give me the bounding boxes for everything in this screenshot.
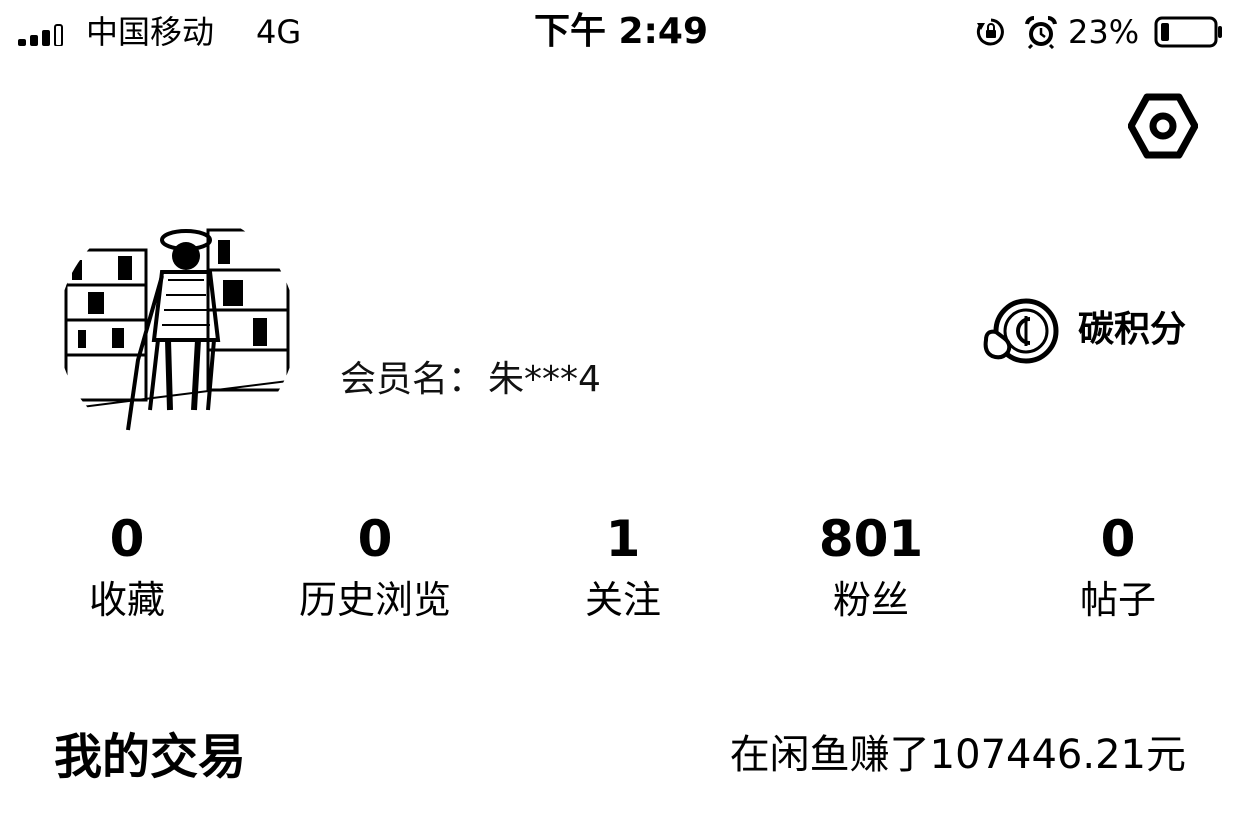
member-name-value: 朱***4 (488, 359, 601, 400)
carbon-points-button[interactable]: 碳积分 (982, 294, 1200, 370)
settings-button[interactable] (1127, 93, 1199, 159)
status-bar: 中国移动 4G 下午 2:49 23% (0, 0, 1242, 66)
avatar-photo (58, 210, 296, 448)
stat-value: 0 (109, 510, 145, 568)
stat-history[interactable]: 0 历史浏览 (265, 508, 485, 638)
stat-label: 粉丝 (832, 578, 909, 622)
battery-icon (1154, 16, 1222, 48)
avatar[interactable] (58, 210, 296, 448)
stat-label: 历史浏览 (298, 578, 451, 622)
stat-label: 关注 (584, 578, 661, 622)
battery-percent: 23% (1068, 13, 1140, 51)
stat-favorites[interactable]: 0 收藏 (17, 508, 237, 638)
earnings-summary[interactable]: 在闲鱼赚了107446.21元 (730, 728, 1186, 782)
stat-posts[interactable]: 0 帖子 (1008, 508, 1228, 638)
orientation-lock-icon (976, 18, 1004, 46)
stat-value: 0 (357, 510, 393, 568)
stats-row: 0 收藏 0 历史浏览 1 关注 801 粉丝 0 帖子 (0, 508, 1242, 638)
settings-hex-icon (1127, 93, 1199, 159)
stat-label: 收藏 (88, 578, 165, 622)
alarm-icon (1025, 15, 1057, 49)
my-trades-title: 我的交易 (54, 729, 247, 785)
stat-following[interactable]: 1 关注 (513, 508, 733, 638)
stat-fans[interactable]: 801 粉丝 (761, 508, 981, 638)
stat-value: 1 (605, 510, 641, 568)
member-name: 会员名： 朱***4 (340, 356, 601, 404)
stat-label: 帖子 (1079, 578, 1156, 622)
member-name-label: 会员名： (340, 359, 485, 400)
stat-value: 801 (818, 510, 924, 568)
stat-value: 0 (1100, 510, 1136, 568)
carbon-coin-icon (983, 298, 1059, 364)
carbon-points-label: 碳积分 (1078, 309, 1187, 350)
